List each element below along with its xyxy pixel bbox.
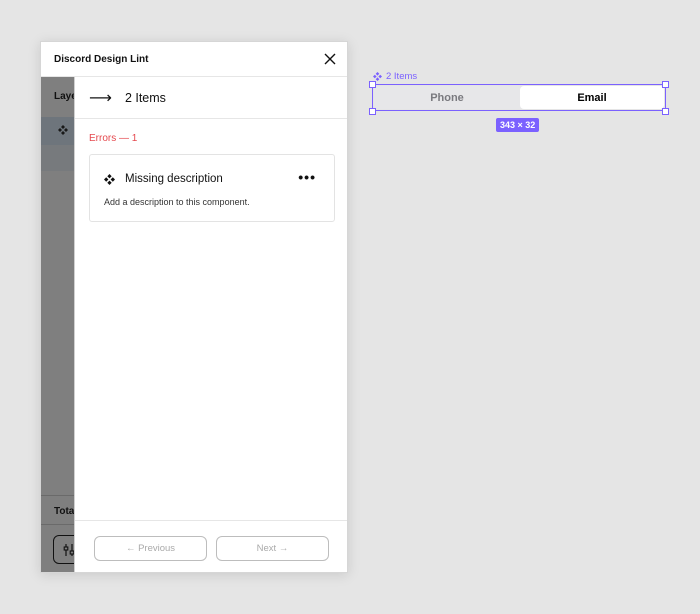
next-button[interactable]: Next →	[216, 536, 329, 561]
resize-handle-top-left[interactable]	[369, 81, 376, 88]
plugin-window: Discord Design Lint Laye Tota ⟶ 2 Items …	[40, 41, 348, 573]
more-options-icon[interactable]: •••	[298, 169, 316, 185]
resize-handle-bottom-right[interactable]	[662, 108, 669, 115]
panel-footer: ← Previous Next →	[75, 520, 347, 572]
close-icon[interactable]	[323, 52, 337, 66]
dimensions-badge: 343 × 32	[496, 118, 540, 132]
plugin-title: Discord Design Lint	[54, 53, 149, 65]
segmented-control: Phone Email	[374, 86, 664, 109]
error-card: Missing description ••• Add a descriptio…	[89, 154, 335, 222]
component-icon	[373, 72, 382, 81]
component-name: 2 Items	[386, 71, 418, 82]
back-arrow-icon[interactable]: ⟶	[89, 88, 112, 108]
detail-panel: ⟶ 2 Items Errors — 1 Missing description…	[74, 77, 347, 572]
component-icon	[104, 172, 115, 190]
component-name-label[interactable]: 2 Items	[373, 71, 417, 82]
panel-header: ⟶ 2 Items	[75, 77, 347, 119]
previous-button[interactable]: ← Previous	[94, 536, 207, 561]
segment-email[interactable]: Email	[520, 86, 664, 109]
resize-handle-bottom-left[interactable]	[369, 108, 376, 115]
resize-handle-top-right[interactable]	[662, 81, 669, 88]
error-title: Missing description	[125, 173, 223, 185]
errors-count-label: Errors — 1	[89, 133, 138, 144]
segment-phone[interactable]: Phone	[374, 86, 520, 109]
selection-box[interactable]: Phone Email	[372, 84, 666, 111]
selected-item-name: 2 Items	[124, 90, 166, 105]
plugin-titlebar: Discord Design Lint	[41, 42, 347, 77]
error-description: Add a description to this component.	[104, 197, 250, 207]
